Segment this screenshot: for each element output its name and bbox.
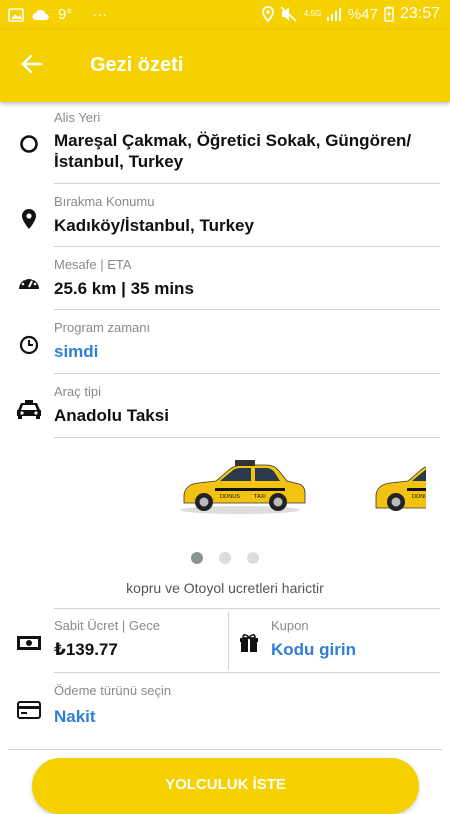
- back-button[interactable]: [14, 48, 50, 84]
- clock-time: 23:57: [399, 5, 440, 22]
- request-ride-button[interactable]: YOLCULUK İSTE: [32, 758, 419, 814]
- car-brand-text: DONUS: [220, 494, 240, 500]
- image-icon: [8, 7, 24, 22]
- taxi-car: DONUS TAXI: [180, 460, 306, 514]
- schedule-row[interactable]: Program zamanı simdi: [0, 320, 450, 372]
- payment-value[interactable]: Nakit: [54, 706, 440, 727]
- carousel-dot[interactable]: [191, 552, 203, 564]
- app-bar: Gezi özeti: [0, 30, 450, 102]
- coupon-row[interactable]: Kupon Kodu girin: [230, 618, 450, 670]
- coupon-label: Kupon: [271, 618, 309, 633]
- car-taxi-text: TAXI: [254, 494, 266, 500]
- schedule-label: Program zamanı: [54, 320, 151, 335]
- vehicle-value: Anadolu Taksi: [54, 406, 169, 425]
- divider: [54, 672, 440, 673]
- divider: [8, 749, 442, 750]
- payment-row[interactable]: Ödeme türünü seçin Nakit: [0, 683, 450, 739]
- page-title: Gezi özeti: [90, 54, 184, 76]
- credit-card-icon: [16, 697, 42, 723]
- arrow-left-icon: [21, 54, 43, 79]
- pickup-label: Alis Yeri: [54, 110, 101, 125]
- distance-label: Mesafe | ETA: [54, 257, 132, 272]
- vehicle-label: Araç tipi: [54, 384, 101, 399]
- taxi-car-image: DONUS TAXI DONUS: [180, 440, 450, 550]
- circle-outline-icon: [16, 131, 42, 157]
- temperature: 9°: [58, 6, 73, 23]
- clock-icon: [16, 332, 42, 358]
- pickup-value: Mareşal Çakmak, Öğretici Sokak, Güngören…: [54, 131, 412, 171]
- location-pin-icon: [16, 206, 42, 232]
- fare-label: Sabit Ücret | Gece: [54, 618, 160, 633]
- dropoff-row[interactable]: Bırakma Konumu Kadıköy/İstanbul, Turkey: [0, 194, 450, 246]
- battery-level: %47: [347, 5, 378, 23]
- mute-icon: [280, 6, 298, 22]
- status-bar: 9° ··· 4,5G %47 23:57: [0, 0, 450, 30]
- divider: [54, 608, 440, 609]
- distance-value: 25.6 km | 35 mins: [54, 279, 194, 298]
- network-type: 4,5G: [303, 9, 322, 18]
- dropoff-value: Kadıköy/İstanbul, Turkey: [54, 216, 254, 235]
- divider: [54, 246, 440, 247]
- pickup-row[interactable]: Alis Yeri Mareşal Çakmak, Öğretici Sokak…: [0, 110, 450, 184]
- gift-icon: [236, 630, 262, 656]
- battery-icon: [384, 6, 394, 22]
- carousel-dots: [0, 552, 450, 564]
- payment-label: Ödeme türünü seçin: [54, 683, 172, 698]
- vertical-divider: [228, 612, 229, 670]
- coupon-value[interactable]: Kodu girin: [271, 639, 440, 660]
- speedometer-icon: [16, 269, 42, 295]
- carousel-dot[interactable]: [247, 552, 259, 564]
- schedule-value[interactable]: simdi: [54, 341, 440, 362]
- dropoff-label: Bırakma Konumu: [54, 194, 155, 209]
- taxi-icon: [16, 396, 42, 422]
- divider: [54, 183, 440, 184]
- money-icon: [16, 630, 42, 656]
- vehicle-row[interactable]: Araç tipi Anadolu Taksi: [0, 384, 450, 436]
- vehicle-carousel[interactable]: DONUS TAXI DONUS: [0, 440, 450, 550]
- divider: [54, 309, 440, 310]
- toll-note: kopru ve Otoyol ucretleri harictir: [126, 580, 324, 596]
- cloud-icon: [32, 9, 50, 21]
- distance-row: Mesafe | ETA 25.6 km | 35 mins: [0, 257, 450, 309]
- carousel-dot[interactable]: [219, 552, 231, 564]
- fare-value: ₺139.77: [54, 640, 118, 659]
- divider: [54, 437, 440, 438]
- notification-dots: ···: [92, 6, 108, 23]
- fare-row: Sabit Ücret | Gece ₺139.77: [0, 618, 228, 670]
- divider: [54, 373, 440, 374]
- signal-icon: [326, 7, 342, 21]
- location-icon: [262, 6, 274, 22]
